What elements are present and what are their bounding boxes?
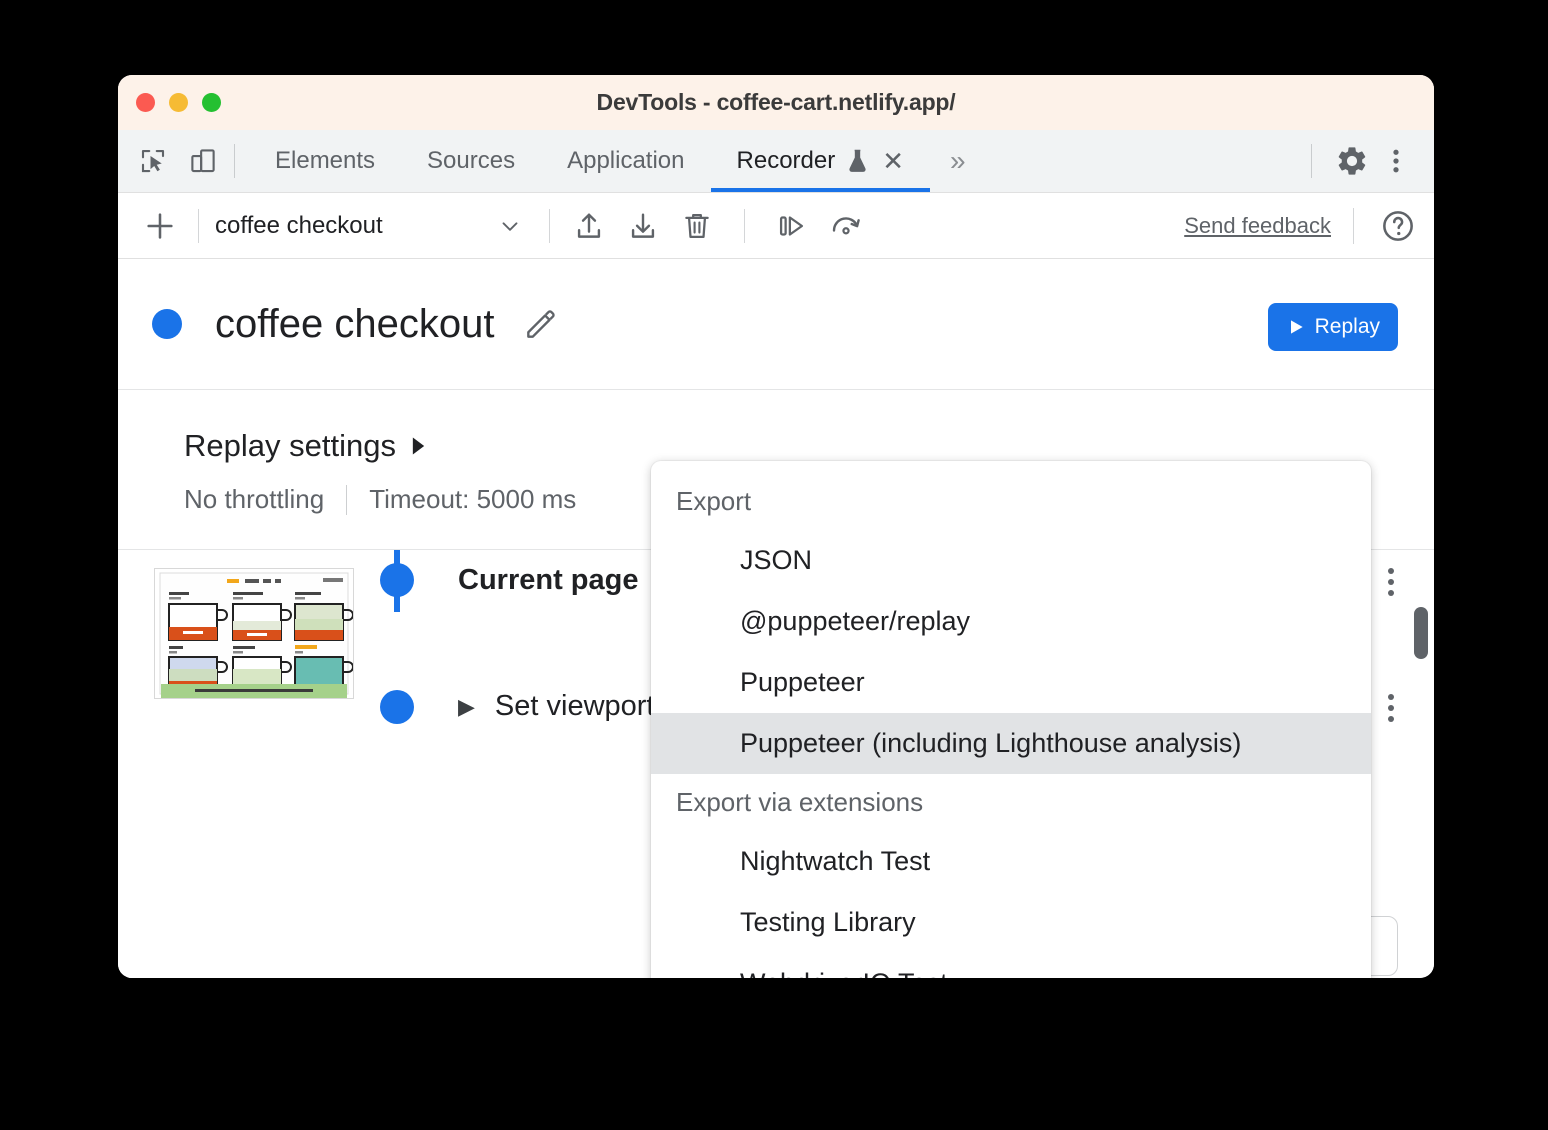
window-titlebar: DevTools - coffee-cart.netlify.app/ bbox=[118, 75, 1434, 130]
tabbar-divider bbox=[234, 144, 235, 178]
export-dropdown-menu: Export JSON @puppeteer/replay Puppeteer … bbox=[651, 461, 1371, 978]
replay-settings-toggle[interactable]: Replay settings bbox=[184, 428, 427, 464]
replay-button[interactable]: Replay bbox=[1268, 303, 1398, 351]
devtools-tabbar: Elements Sources Application Recorder ✕ bbox=[118, 130, 1434, 193]
vertical-scrollbar-thumb[interactable] bbox=[1414, 607, 1428, 659]
tab-sources-label: Sources bbox=[427, 147, 515, 175]
devtools-tabs: Elements Sources Application Recorder ✕ bbox=[249, 130, 930, 192]
device-toolbar-icon[interactable] bbox=[186, 144, 220, 178]
toolbar-divider-1 bbox=[198, 209, 199, 243]
more-tabs-button[interactable]: » bbox=[930, 130, 986, 192]
step-replay-icon[interactable] bbox=[769, 203, 815, 249]
triangle-right-icon bbox=[410, 436, 427, 456]
menu-item-puppeteer[interactable]: Puppeteer bbox=[651, 652, 1371, 713]
recorder-toolbar: coffee checkout bbox=[118, 193, 1434, 259]
close-icon[interactable]: ✕ bbox=[882, 148, 904, 174]
screenshot-stage: DevTools - coffee-cart.netlify.app/ bbox=[0, 0, 1548, 1130]
menu-group-label-extensions: Export via extensions bbox=[651, 774, 1371, 831]
menu-item-nightwatch-test[interactable]: Nightwatch Test bbox=[651, 831, 1371, 892]
step-node-1 bbox=[380, 563, 414, 597]
menu-item-webdriverio-test[interactable]: WebdriverIO Test bbox=[651, 953, 1371, 978]
tab-application-label: Application bbox=[567, 147, 684, 175]
toolbar-right-group: Send feedback bbox=[1184, 204, 1420, 248]
tab-recorder-label: Recorder bbox=[737, 147, 836, 175]
menu-item-puppeteer-replay[interactable]: @puppeteer/replay bbox=[651, 591, 1371, 652]
export-icon[interactable] bbox=[566, 203, 612, 249]
recording-status-dot bbox=[152, 309, 182, 339]
step-row-set-viewport[interactable]: ▶ Set viewport bbox=[458, 690, 655, 723]
recording-selector[interactable]: coffee checkout bbox=[215, 212, 533, 240]
tab-elements-label: Elements bbox=[275, 147, 375, 175]
performance-replay-icon[interactable] bbox=[823, 203, 869, 249]
tab-sources[interactable]: Sources bbox=[401, 130, 541, 192]
menu-item-puppeteer-lighthouse[interactable]: Puppeteer (including Lighthouse analysis… bbox=[651, 713, 1371, 774]
experiment-flask-icon bbox=[846, 148, 869, 174]
replay-settings-label: Replay settings bbox=[184, 428, 396, 464]
help-icon[interactable] bbox=[1376, 204, 1420, 248]
gear-icon[interactable] bbox=[1330, 139, 1374, 183]
tabbar-left-icons bbox=[118, 130, 220, 192]
menu-group-label-export: Export bbox=[651, 473, 1371, 530]
tab-application[interactable]: Application bbox=[541, 130, 710, 192]
pencil-icon[interactable] bbox=[520, 303, 562, 345]
replay-button-label: Replay bbox=[1315, 315, 1380, 339]
page-screenshot-thumbnail bbox=[154, 568, 354, 699]
step-options-icon-1[interactable] bbox=[1388, 568, 1394, 596]
toolbar-divider-2 bbox=[549, 209, 550, 243]
add-recording-button[interactable] bbox=[138, 204, 182, 248]
toolbar-divider-4 bbox=[1353, 208, 1354, 244]
step-node-2 bbox=[380, 690, 414, 724]
tabbar-right-controls bbox=[1293, 130, 1434, 192]
summary-divider bbox=[346, 485, 347, 515]
menu-item-testing-library[interactable]: Testing Library bbox=[651, 892, 1371, 953]
step-label-set-viewport: Set viewport bbox=[495, 690, 655, 723]
menu-item-json[interactable]: JSON bbox=[651, 530, 1371, 591]
devtools-window: DevTools - coffee-cart.netlify.app/ bbox=[118, 75, 1434, 978]
recorder-actions bbox=[566, 203, 869, 249]
play-icon bbox=[1286, 317, 1306, 337]
import-icon[interactable] bbox=[620, 203, 666, 249]
recorder-body: coffee checkout Replay Replay setting bbox=[118, 259, 1434, 978]
inspect-element-icon[interactable] bbox=[136, 144, 170, 178]
delete-icon[interactable] bbox=[674, 203, 720, 249]
recording-title: coffee checkout bbox=[215, 302, 494, 347]
step-options-icon-2[interactable] bbox=[1388, 694, 1394, 722]
send-feedback-link[interactable]: Send feedback bbox=[1184, 213, 1331, 239]
step-label-current-page: Current page bbox=[458, 564, 638, 597]
tab-recorder[interactable]: Recorder ✕ bbox=[711, 130, 931, 192]
recording-header: coffee checkout Replay bbox=[118, 259, 1434, 390]
chevron-down-icon bbox=[497, 213, 523, 239]
timeout-value: Timeout: 5000 ms bbox=[369, 484, 576, 515]
tab-elements[interactable]: Elements bbox=[249, 130, 401, 192]
kebab-menu-icon[interactable] bbox=[1374, 139, 1418, 183]
toolbar-divider-3 bbox=[744, 209, 745, 243]
window-title: DevTools - coffee-cart.netlify.app/ bbox=[118, 89, 1434, 116]
tabbar-right-divider bbox=[1311, 144, 1312, 178]
recording-selector-value: coffee checkout bbox=[215, 212, 383, 240]
throttling-value: No throttling bbox=[184, 484, 324, 515]
step-row-current-page[interactable]: Current page bbox=[458, 564, 638, 597]
triangle-right-icon: ▶ bbox=[458, 694, 475, 720]
